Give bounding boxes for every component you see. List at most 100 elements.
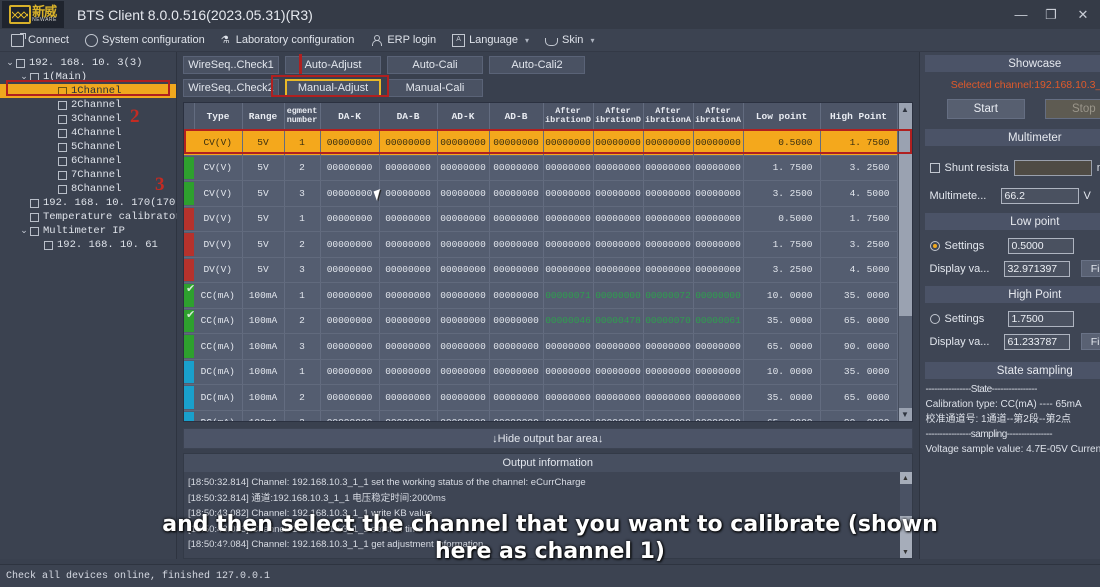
table-row[interactable]: DV(V) 5V 2 00000000 00000000 00000000 00000000…	[184, 231, 898, 258]
table-row[interactable]: CV(V) 5V 3 00000000 00000000 00000000 00000000…	[184, 180, 898, 207]
cell-ad-b[interactable]: 00000000	[489, 257, 544, 283]
cell-low-point[interactable]: 1. 7500	[743, 231, 821, 258]
cell-after-cal-3[interactable]: 00000000	[643, 129, 694, 156]
output-scroll-up-icon[interactable]: ▲	[899, 472, 912, 484]
cell-range[interactable]: 5V	[242, 257, 285, 283]
cell-after-cal-1[interactable]: 00000000	[543, 410, 594, 421]
start-button[interactable]: Start	[946, 99, 1025, 119]
cell-ad-b[interactable]: 00000000	[489, 333, 544, 360]
menu-item-skin[interactable]: Skin ▾	[538, 32, 601, 48]
cell-low-point[interactable]: 65. 0000	[743, 333, 821, 360]
cell-after-cal-1[interactable]: 00000000	[543, 231, 594, 258]
cell-da-k[interactable]: 00000000	[320, 180, 380, 207]
output-scrollbar-thumb[interactable]	[899, 516, 912, 546]
cell-ad-b[interactable]: 00000000	[489, 359, 544, 385]
table-vertical-scrollbar[interactable]: ▲ ▼	[897, 103, 912, 421]
cell-after-cal-4[interactable]: 00000000	[693, 155, 744, 181]
cell-after-cal-3[interactable]: 00000000	[643, 206, 694, 232]
cell-after-cal-2[interactable]: 00000000	[593, 410, 644, 421]
cell-da-k[interactable]: 00000000	[320, 410, 380, 421]
cell-after-cal-2[interactable]: 00000000	[593, 206, 644, 232]
cell-after-cal-1[interactable]: 00000000	[543, 384, 594, 411]
tree-node-checkbox[interactable]	[58, 156, 67, 166]
cell-after-cal-4[interactable]: 00000000	[693, 206, 744, 232]
table-header-cell[interactable]	[184, 103, 195, 130]
cell-low-point[interactable]: 3. 2500	[743, 257, 821, 283]
table-row[interactable]: CV(V) 5V 1 00000000 00000000 00000000 00000000…	[184, 129, 898, 156]
cell-low-point[interactable]: 0.5000	[743, 206, 821, 232]
tree-node-1-main[interactable]: ⌄ 1(Main)	[0, 70, 176, 84]
cell-type[interactable]: DV(V)	[194, 206, 243, 232]
cell-da-k[interactable]: 00000000	[320, 206, 380, 232]
cell-after-cal-1[interactable]: 00000000	[543, 359, 594, 385]
cell-da-b[interactable]: 00000000	[379, 410, 438, 421]
tree-node-checkbox[interactable]	[30, 72, 39, 82]
cell-ad-k[interactable]: 00000000	[437, 333, 490, 360]
stop-button[interactable]: Stop	[1044, 99, 1100, 119]
cell-segment-number[interactable]: 3	[284, 410, 321, 421]
cell-after-cal-3[interactable]: 00000000	[643, 231, 694, 258]
cell-high-point[interactable]: 1. 7500	[820, 129, 898, 156]
cell-range[interactable]: 5V	[242, 155, 285, 181]
cell-da-b[interactable]: 00000000	[379, 129, 438, 156]
table-header-cell[interactable]: Type	[194, 103, 243, 130]
tree-node-multimeter-ip[interactable]: ⌄ Multimeter IP	[0, 224, 176, 238]
tree-node-checkbox[interactable]	[58, 86, 67, 96]
cell-ad-b[interactable]: 00000000	[489, 206, 544, 232]
cell-da-b[interactable]: 00000000	[379, 384, 438, 411]
cell-da-b[interactable]: 00000000	[379, 359, 438, 385]
cell-after-cal-1[interactable]: 00000000	[543, 129, 594, 156]
cell-ad-k[interactable]: 00000000	[437, 129, 490, 156]
tree-node-checkbox[interactable]	[44, 240, 53, 250]
cell-range[interactable]: 100mA	[242, 333, 285, 360]
tab-wireseq-check2[interactable]: WireSeq..Check2	[183, 79, 279, 97]
table-row[interactable]: CC(mA)100mA10000000000000000000000000000…	[184, 282, 898, 309]
cell-after-cal-1[interactable]: 00000000	[543, 206, 594, 232]
cell-after-cal-4[interactable]: 00000000	[693, 231, 744, 258]
tree-node-192-168-10-61[interactable]: 192. 168. 10. 61	[0, 238, 176, 252]
cell-segment-number[interactable]: 1	[284, 282, 321, 309]
cell-range[interactable]: 5V	[242, 206, 285, 232]
menu-item-language[interactable]: A Language ▾	[445, 32, 536, 49]
tree-node-checkbox[interactable]	[30, 198, 39, 208]
cell-ad-b[interactable]: 00000000	[489, 282, 544, 309]
scroll-up-icon[interactable]: ▲	[898, 103, 912, 116]
cell-high-point[interactable]: 35. 0000	[820, 359, 898, 385]
cell-after-cal-3[interactable]: 00000072	[643, 282, 694, 309]
cell-after-cal-4[interactable]: 00000000	[693, 129, 744, 156]
cell-type[interactable]: DC(mA)	[194, 384, 243, 411]
tree-node-192-168-10-3-3[interactable]: ⌄ 192. 168. 10. 3(3)	[0, 56, 176, 70]
tree-twisty-icon[interactable]: ⌄	[18, 226, 30, 236]
cell-type[interactable]: DV(V)	[194, 231, 243, 258]
tree-node-checkbox[interactable]	[58, 170, 67, 180]
cell-after-cal-1[interactable]: 00000000	[543, 257, 594, 283]
cell-ad-b[interactable]: 00000000	[489, 129, 544, 156]
cell-da-b[interactable]: 00000000	[379, 308, 438, 334]
table-row[interactable]: DC(mA)100mA30000000000000000000000000000…	[184, 410, 898, 421]
cell-range[interactable]: 100mA	[242, 384, 285, 411]
cell-after-cal-4[interactable]: 00000000	[693, 180, 744, 207]
cell-segment-number[interactable]: 2	[284, 231, 321, 258]
cell-ad-k[interactable]: 00000000	[437, 231, 490, 258]
cell-range[interactable]: 100mA	[242, 308, 285, 334]
cell-high-point[interactable]: 35. 0000	[820, 282, 898, 309]
low-point-settings-input[interactable]: 0.5000	[1007, 238, 1074, 254]
table-header-cell[interactable]: After ibrationD	[543, 103, 594, 130]
cell-da-k[interactable]: 00000000	[320, 282, 380, 309]
table-header-cell[interactable]: Low point	[743, 103, 821, 130]
cell-segment-number[interactable]: 3	[284, 333, 321, 360]
cell-after-cal-2[interactable]: 00000478	[593, 308, 644, 334]
cell-after-cal-4[interactable]: 00000000	[693, 410, 744, 421]
tree-node-checkbox[interactable]	[58, 128, 67, 138]
cell-segment-number[interactable]: 2	[284, 384, 321, 411]
cell-after-cal-2[interactable]: 00000000	[593, 155, 644, 181]
cell-da-b[interactable]: 00000000	[379, 333, 438, 360]
tree-node-8channel[interactable]: 8Channel	[0, 182, 176, 196]
tree-node-checkbox[interactable]	[58, 184, 67, 194]
cell-type[interactable]: DC(mA)	[194, 410, 243, 421]
tree-node-1channel[interactable]: 1Channel	[0, 84, 176, 98]
cell-low-point[interactable]: 10. 0000	[743, 359, 821, 385]
cell-segment-number[interactable]: 1	[284, 206, 321, 232]
cell-after-cal-3[interactable]: 00000000	[643, 384, 694, 411]
menu-item-erp-login[interactable]: ERP login	[363, 32, 443, 49]
